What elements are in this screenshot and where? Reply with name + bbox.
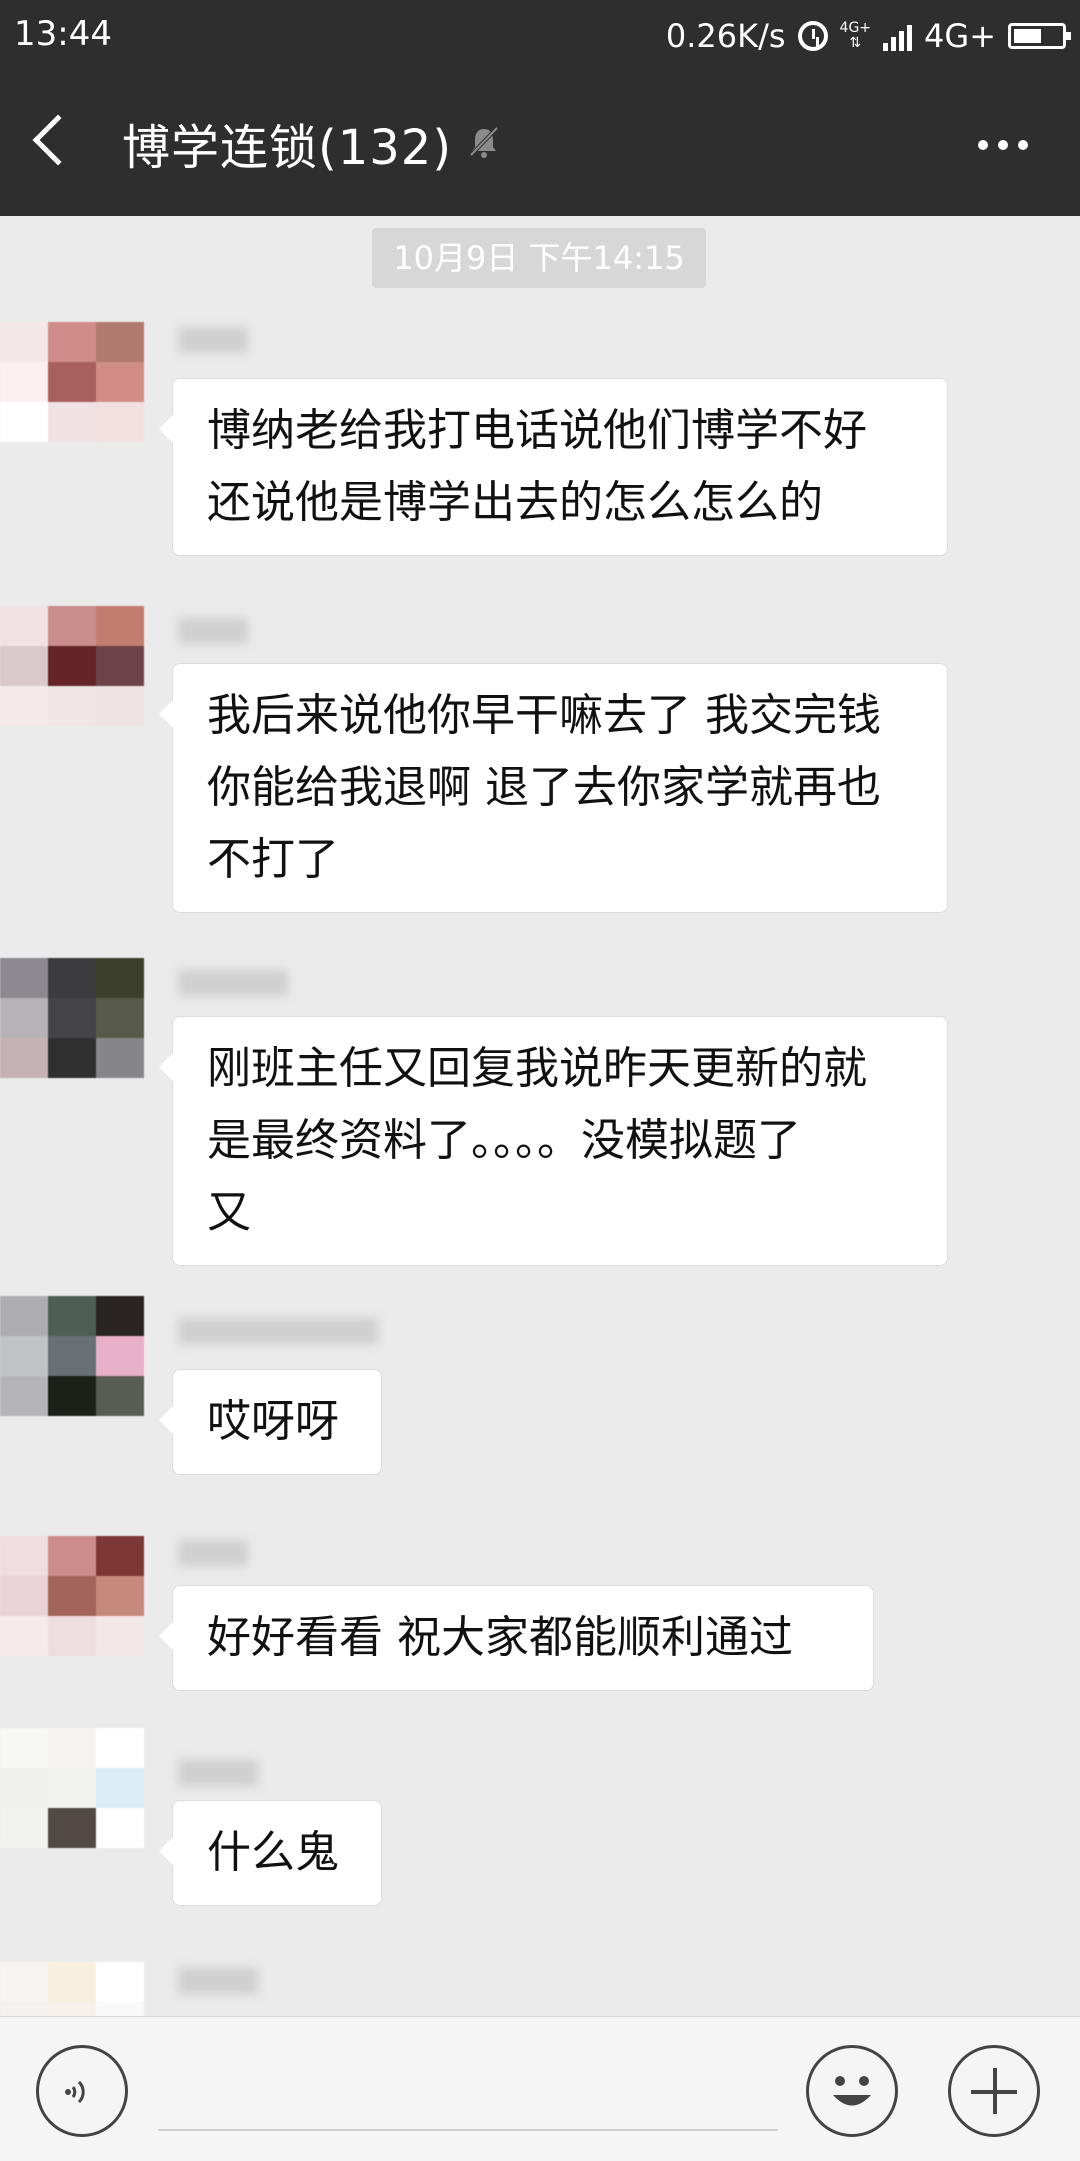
network-type: 4G+ [924, 17, 996, 55]
message-text-line: 我后来说他你早干嘛去了 我交完钱 [207, 690, 881, 741]
sender-name-blurred [178, 1318, 378, 1344]
sender-name-blurred [178, 970, 288, 996]
net-type-small: 4G+ ⇅ [839, 20, 872, 51]
message-text-line: 又 [207, 1187, 251, 1238]
input-bar [0, 2016, 1080, 2161]
message-input[interactable] [158, 2129, 778, 2131]
message-bubble[interactable]: 什么鬼 [159, 1800, 382, 1906]
back-icon[interactable] [32, 114, 84, 166]
message-bubble[interactable]: 哎呀呀 [159, 1369, 382, 1475]
message-text-line: 不打了 [207, 834, 339, 885]
more-icon[interactable] [978, 140, 1028, 150]
signal-icon [883, 21, 913, 51]
chat-header: 博学连锁(132) [0, 74, 1080, 216]
message-text-line: 还说他是博学出去的怎么怎么的 [207, 477, 823, 528]
message-bubble[interactable]: 好好看看 祝大家都能顺利通过 [159, 1585, 874, 1691]
sender-name-blurred [178, 1760, 258, 1786]
sender-name-blurred [178, 327, 248, 353]
sender-name-blurred [178, 1540, 248, 1566]
alarm-icon [797, 21, 828, 51]
avatar[interactable] [0, 1296, 144, 1416]
voice-icon[interactable] [36, 2045, 128, 2137]
net-type-small-label: 4G+ [839, 20, 872, 36]
sender-name-blurred [178, 1968, 258, 1994]
plus-icon[interactable] [948, 2045, 1040, 2137]
chat-timestamp: 10月9日 下午14:15 [372, 228, 706, 288]
message-text-line: 博纳老给我打电话说他们博学不好 [207, 405, 867, 456]
message-text-line: 哎呀呀 [207, 1396, 339, 1447]
status-time: 13:44 [14, 14, 112, 54]
avatar[interactable] [0, 1536, 144, 1656]
avatar[interactable] [0, 606, 144, 726]
mute-icon [469, 126, 499, 158]
avatar[interactable] [0, 1728, 144, 1848]
message-text-line: 你能给我退啊 退了去你家学就再也 [207, 762, 881, 813]
message-bubble[interactable]: 刚班主任又回复我说昨天更新的就 是最终资料了。。。。没模拟题了又 [159, 1016, 948, 1266]
message-bubble[interactable]: 我后来说他你早干嘛去了 我交完钱 你能给我退啊 退了去你家学就再也 不打了 [159, 663, 948, 913]
battery-icon [1008, 23, 1071, 49]
sender-name-blurred [178, 618, 248, 644]
avatar[interactable] [0, 322, 144, 442]
emoji-icon[interactable] [806, 2045, 898, 2137]
message-text-line: 好好看看 祝大家都能顺利通过 [207, 1612, 793, 1663]
avatar[interactable] [0, 958, 144, 1078]
chat-title: 博学连锁(132) [122, 120, 453, 176]
status-bar: 13:44 0.26K/s 4G+ ⇅ 4G+ [0, 0, 1080, 74]
message-text-line: 刚班主任又回复我说昨天更新的就 [207, 1043, 867, 1094]
message-text-line: 什么鬼 [207, 1827, 339, 1878]
net-speed: 0.26K/s [665, 17, 786, 55]
message-text-line: 是最终资料了。。。。没模拟题了 [207, 1115, 801, 1166]
message-bubble[interactable]: 博纳老给我打电话说他们博学不好 还说他是博学出去的怎么怎么的 [159, 378, 948, 556]
status-indicators: 0.26K/s 4G+ ⇅ 4G+ [665, 14, 1071, 58]
